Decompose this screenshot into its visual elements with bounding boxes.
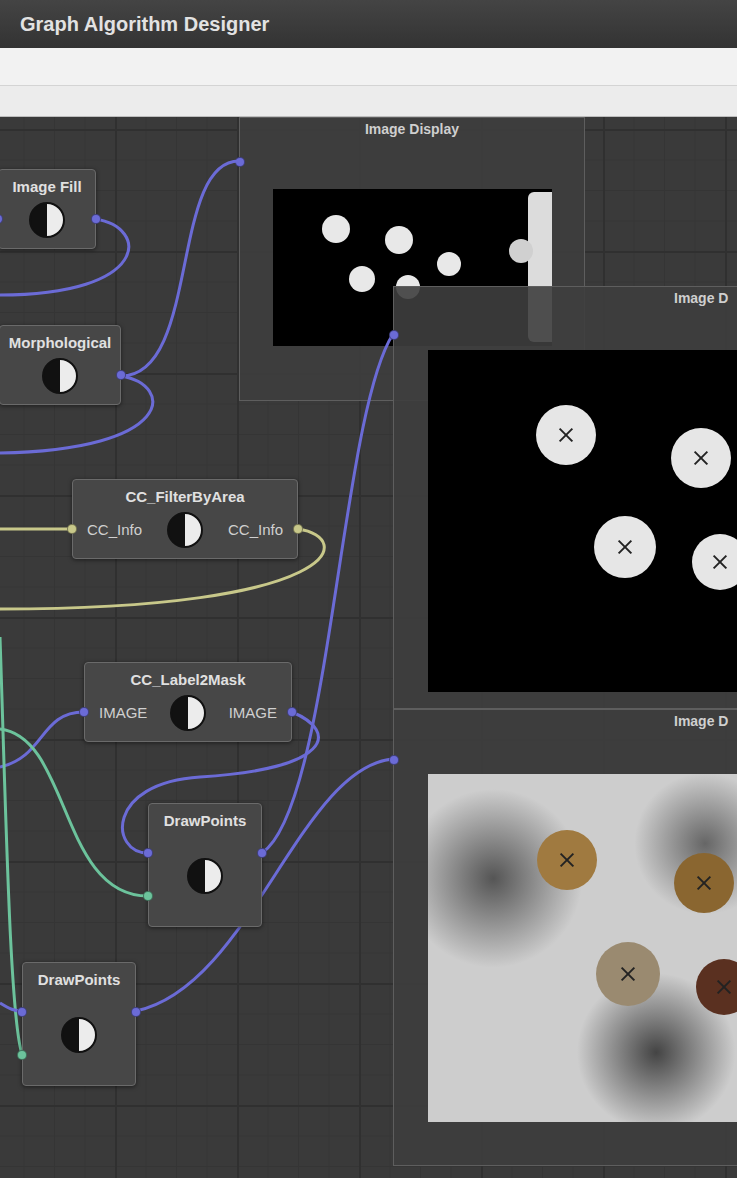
- output-port[interactable]: [91, 214, 101, 224]
- image-display-window[interactable]: Image D: [393, 709, 737, 1166]
- point-marker-icon: [620, 966, 636, 982]
- node-title: Image Fill: [0, 170, 95, 195]
- operator-icon: [61, 1017, 97, 1053]
- input-port[interactable]: [143, 891, 153, 901]
- port-label: IMAGE: [229, 704, 277, 721]
- graph-node[interactable]: CC_FilterByArea CC_Info CC_Info: [72, 479, 298, 559]
- blob: [322, 215, 350, 243]
- input-port[interactable]: [79, 707, 89, 717]
- window-title: Image D: [674, 290, 728, 306]
- port-label: CC_Info: [87, 521, 142, 538]
- input-port[interactable]: [389, 755, 399, 765]
- output-port[interactable]: [287, 707, 297, 717]
- node-title: DrawPoints: [23, 963, 135, 988]
- window-title: Image D: [674, 713, 728, 729]
- blob: [385, 226, 413, 254]
- node-title: CC_Label2Mask: [85, 663, 291, 688]
- port-label: IMAGE: [99, 704, 147, 721]
- output-port[interactable]: [257, 848, 267, 858]
- point-marker-icon: [716, 979, 732, 995]
- point-marker-icon: [696, 875, 712, 891]
- graph-node[interactable]: DrawPoints: [148, 803, 262, 927]
- node-title: DrawPoints: [149, 804, 261, 829]
- point-marker-icon: [693, 450, 709, 466]
- operator-icon: [29, 202, 65, 238]
- blob: [509, 239, 533, 263]
- input-port[interactable]: [143, 848, 153, 858]
- wire: [0, 637, 22, 1054]
- window-title: Image Display: [240, 121, 584, 137]
- wire: [0, 528, 72, 531]
- image-view: [428, 774, 737, 1122]
- tab-strip: [0, 86, 737, 117]
- output-port[interactable]: [131, 1007, 141, 1017]
- input-port[interactable]: [17, 1050, 27, 1060]
- input-port[interactable]: [67, 524, 77, 534]
- graph-node[interactable]: DrawPoints: [22, 962, 136, 1086]
- wire: [121, 161, 239, 376]
- operator-icon: [167, 512, 203, 548]
- wire: [262, 334, 393, 853]
- node-title: Morphological: [0, 326, 120, 351]
- input-port[interactable]: [0, 214, 3, 224]
- blob: [349, 266, 375, 292]
- toolbar: [0, 48, 737, 86]
- port-label: CC_Info: [228, 521, 283, 538]
- point-marker-icon: [558, 427, 574, 443]
- graph-canvas[interactable]: Image Display Image Fill Morphological CC_F…: [0, 117, 737, 1178]
- operator-icon: [187, 858, 223, 894]
- point-marker-icon: [712, 554, 728, 570]
- wire: [0, 729, 148, 896]
- point-marker-icon: [617, 539, 633, 555]
- graph-node[interactable]: CC_Label2Mask IMAGE IMAGE: [84, 662, 292, 742]
- point-marker-icon: [559, 852, 575, 868]
- window-title: Graph Algorithm Designer: [20, 13, 269, 36]
- wire: [136, 759, 393, 1011]
- graph-node[interactable]: Image Fill: [0, 169, 96, 249]
- input-port[interactable]: [389, 330, 399, 340]
- node-title: CC_FilterByArea: [73, 480, 297, 505]
- blob: [437, 252, 461, 276]
- output-port[interactable]: [116, 370, 126, 380]
- graph-node[interactable]: Morphological: [0, 325, 121, 405]
- input-port[interactable]: [17, 1007, 27, 1017]
- operator-icon: [170, 695, 206, 731]
- operator-icon: [42, 358, 78, 394]
- output-port[interactable]: [293, 524, 303, 534]
- title-bar: Graph Algorithm Designer: [0, 0, 737, 48]
- image-view: [428, 350, 737, 692]
- image-display-window[interactable]: Image D: [393, 286, 737, 709]
